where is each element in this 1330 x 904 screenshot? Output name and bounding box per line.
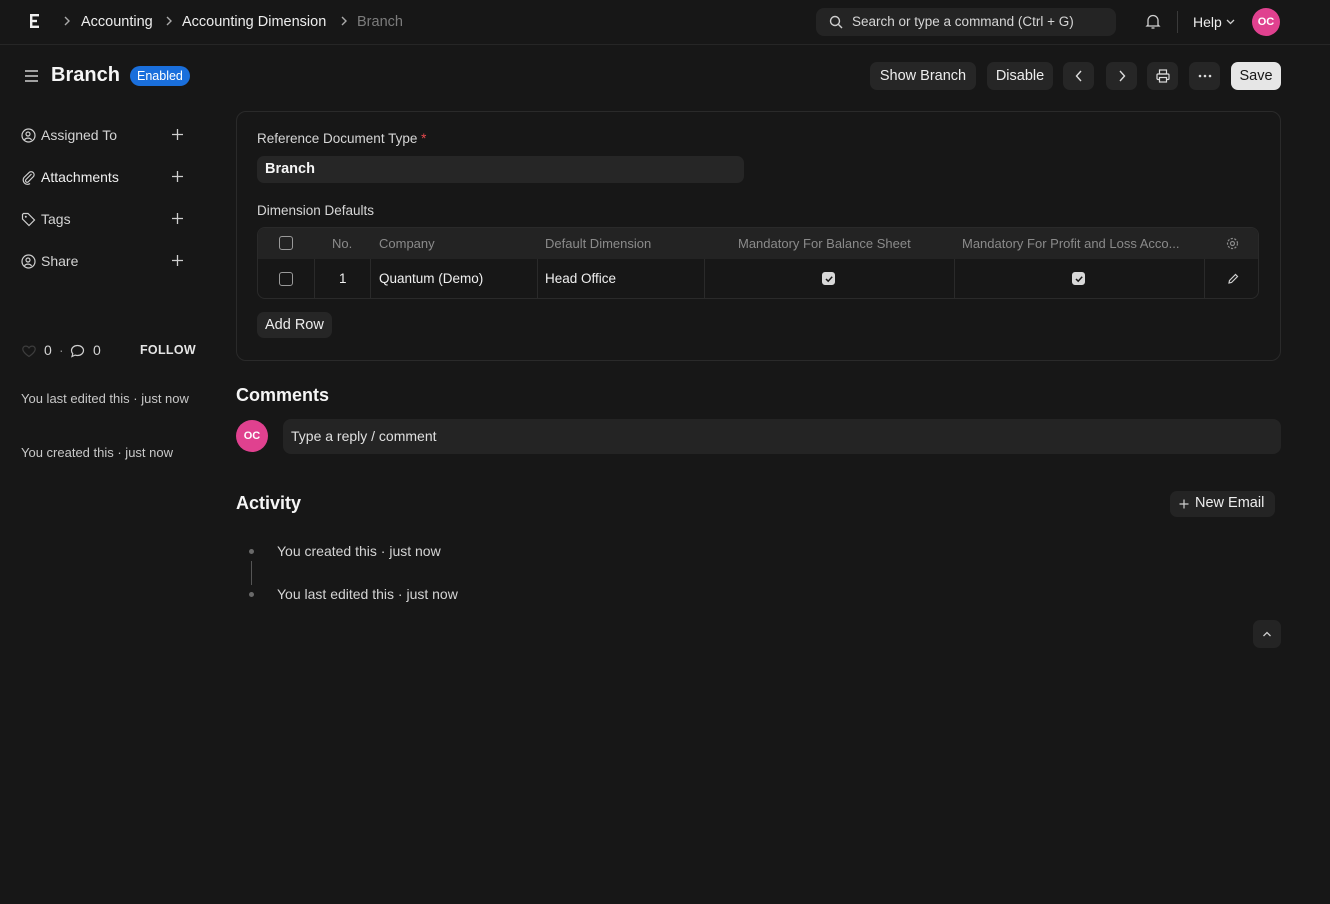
page-title: Branch [51, 64, 120, 86]
reference-document-type-label: Reference Document Type * [257, 131, 426, 146]
add-tag-plus-icon[interactable] [171, 212, 184, 225]
add-assignee-plus-icon[interactable] [171, 128, 184, 141]
select-all-checkbox[interactable] [279, 236, 293, 250]
row-select-checkbox[interactable] [279, 272, 293, 286]
show-branch-button[interactable]: Show Branch [870, 62, 976, 90]
share-user-icon [21, 254, 36, 269]
navbar-divider [1177, 11, 1178, 33]
printer-icon [1155, 69, 1170, 83]
breadcrumb-accounting-dimension[interactable]: Accounting Dimension [182, 14, 326, 30]
edit-row-icon[interactable] [1227, 273, 1239, 285]
default-dimension-cell[interactable]: Head Office [545, 271, 616, 286]
column-divider [1204, 259, 1205, 298]
follow-button[interactable]: FOLLOW [140, 343, 196, 357]
company-cell[interactable]: Quantum (Demo) [379, 271, 483, 286]
activity-heading: Activity [236, 493, 302, 513]
last-edited-note: You last edited this · just now [21, 391, 189, 406]
bell-icon[interactable] [1145, 13, 1161, 30]
search-icon [829, 15, 843, 29]
comment-placeholder: Type a reply / comment [291, 428, 437, 444]
mandatory-balance-sheet-checkbox[interactable] [822, 272, 835, 285]
column-header-default-dimension: Default Dimension [545, 236, 652, 251]
reference-document-type-label-text: Reference Document Type [257, 131, 418, 146]
comments-heading: Comments [236, 385, 330, 405]
search-placeholder: Search or type a command (Ctrl + G) [852, 14, 1074, 29]
column-divider [370, 259, 371, 298]
scroll-to-top-button[interactable] [1253, 620, 1281, 648]
next-button[interactable] [1106, 62, 1137, 90]
new-email-button[interactable]: New Email [1170, 491, 1275, 517]
tag-icon [21, 212, 36, 227]
required-mark: * [421, 131, 427, 146]
breadcrumb-chevron-icon [340, 16, 350, 28]
chevron-down-icon[interactable] [1226, 19, 1235, 25]
sidebar-item-tags[interactable]: Tags [21, 210, 191, 230]
sidebar-item-label: Assigned To [41, 127, 118, 143]
sidebar-item-label: Share [41, 253, 79, 269]
help-menu[interactable]: Help [1193, 14, 1222, 30]
column-header-mandatory-profit-loss: Mandatory For Profit and Loss Acco... [962, 236, 1180, 251]
activity-item-edited: You last edited this · just now [277, 586, 458, 602]
column-divider [954, 259, 955, 298]
breadcrumb-accounting[interactable]: Accounting [81, 14, 153, 30]
sidebar-item-label: Tags [41, 211, 71, 227]
timeline-dot [249, 549, 254, 554]
separator-dot: · [59, 342, 64, 358]
table-header: No. Company Default Dimension Mandatory … [258, 228, 1258, 259]
column-header-mandatory-balance-sheet: Mandatory For Balance Sheet [738, 236, 911, 251]
sidebar-item-share[interactable]: Share [21, 252, 191, 272]
reference-document-type-field[interactable]: Branch [257, 156, 744, 183]
timeline-line [251, 561, 252, 585]
row-no-cell: 1 [339, 271, 347, 286]
reference-document-type-value: Branch [265, 161, 315, 177]
created-note: You created this · just now [21, 445, 173, 460]
chevron-left-icon [1075, 70, 1082, 82]
new-email-label: New Email [1195, 495, 1265, 511]
ellipsis-icon [1198, 74, 1211, 78]
user-plus-icon [21, 128, 36, 143]
column-divider [314, 259, 315, 298]
likes-count: 0 [44, 342, 52, 358]
column-divider [704, 259, 705, 298]
chevron-up-icon [1263, 631, 1271, 637]
column-header-no: No. [332, 236, 353, 251]
previous-button[interactable] [1063, 62, 1094, 90]
app-logo-icon[interactable] [28, 12, 44, 32]
activity-item-created: You created this · just now [277, 543, 441, 559]
breadcrumb-chevron-icon [165, 16, 175, 28]
breadcrumb-chevron-icon [63, 16, 73, 28]
disable-button[interactable]: Disable [987, 62, 1053, 90]
add-attachment-plus-icon[interactable] [171, 170, 184, 183]
paperclip-icon [21, 170, 36, 185]
status-badge: Enabled [130, 66, 190, 86]
user-avatar[interactable]: OC [1252, 8, 1280, 36]
sidebar-toggle-icon[interactable] [24, 69, 39, 83]
breadcrumb-branch: Branch [357, 14, 403, 30]
sidebar-item-attachments[interactable]: Attachments [21, 168, 191, 188]
add-row-button[interactable]: Add Row [257, 312, 332, 338]
column-divider [537, 259, 538, 298]
more-actions-button[interactable] [1189, 62, 1220, 90]
column-header-company: Company [379, 236, 435, 251]
save-button[interactable]: Save [1231, 62, 1281, 90]
comment-icon[interactable] [70, 344, 85, 358]
dimension-defaults-label: Dimension Defaults [257, 203, 375, 218]
navbar: Accounting Accounting Dimension Branch S… [0, 0, 1330, 45]
comments-count: 0 [93, 342, 101, 358]
print-button[interactable] [1147, 62, 1178, 90]
chevron-right-icon [1118, 70, 1125, 82]
comment-avatar: OC [236, 420, 268, 452]
mandatory-profit-loss-checkbox[interactable] [1072, 272, 1085, 285]
sidebar-item-label: Attachments [41, 169, 119, 185]
sidebar-item-assigned-to[interactable]: Assigned To [21, 126, 191, 146]
dimension-defaults-table: No. Company Default Dimension Mandatory … [257, 227, 1259, 299]
timeline-dot [249, 592, 254, 597]
heart-icon[interactable] [21, 344, 37, 358]
plus-icon [1179, 499, 1189, 509]
search-bar[interactable]: Search or type a command (Ctrl + G) [816, 8, 1116, 36]
gear-icon[interactable] [1226, 237, 1239, 250]
comment-input[interactable]: Type a reply / comment [283, 419, 1281, 454]
add-share-plus-icon[interactable] [171, 254, 184, 267]
